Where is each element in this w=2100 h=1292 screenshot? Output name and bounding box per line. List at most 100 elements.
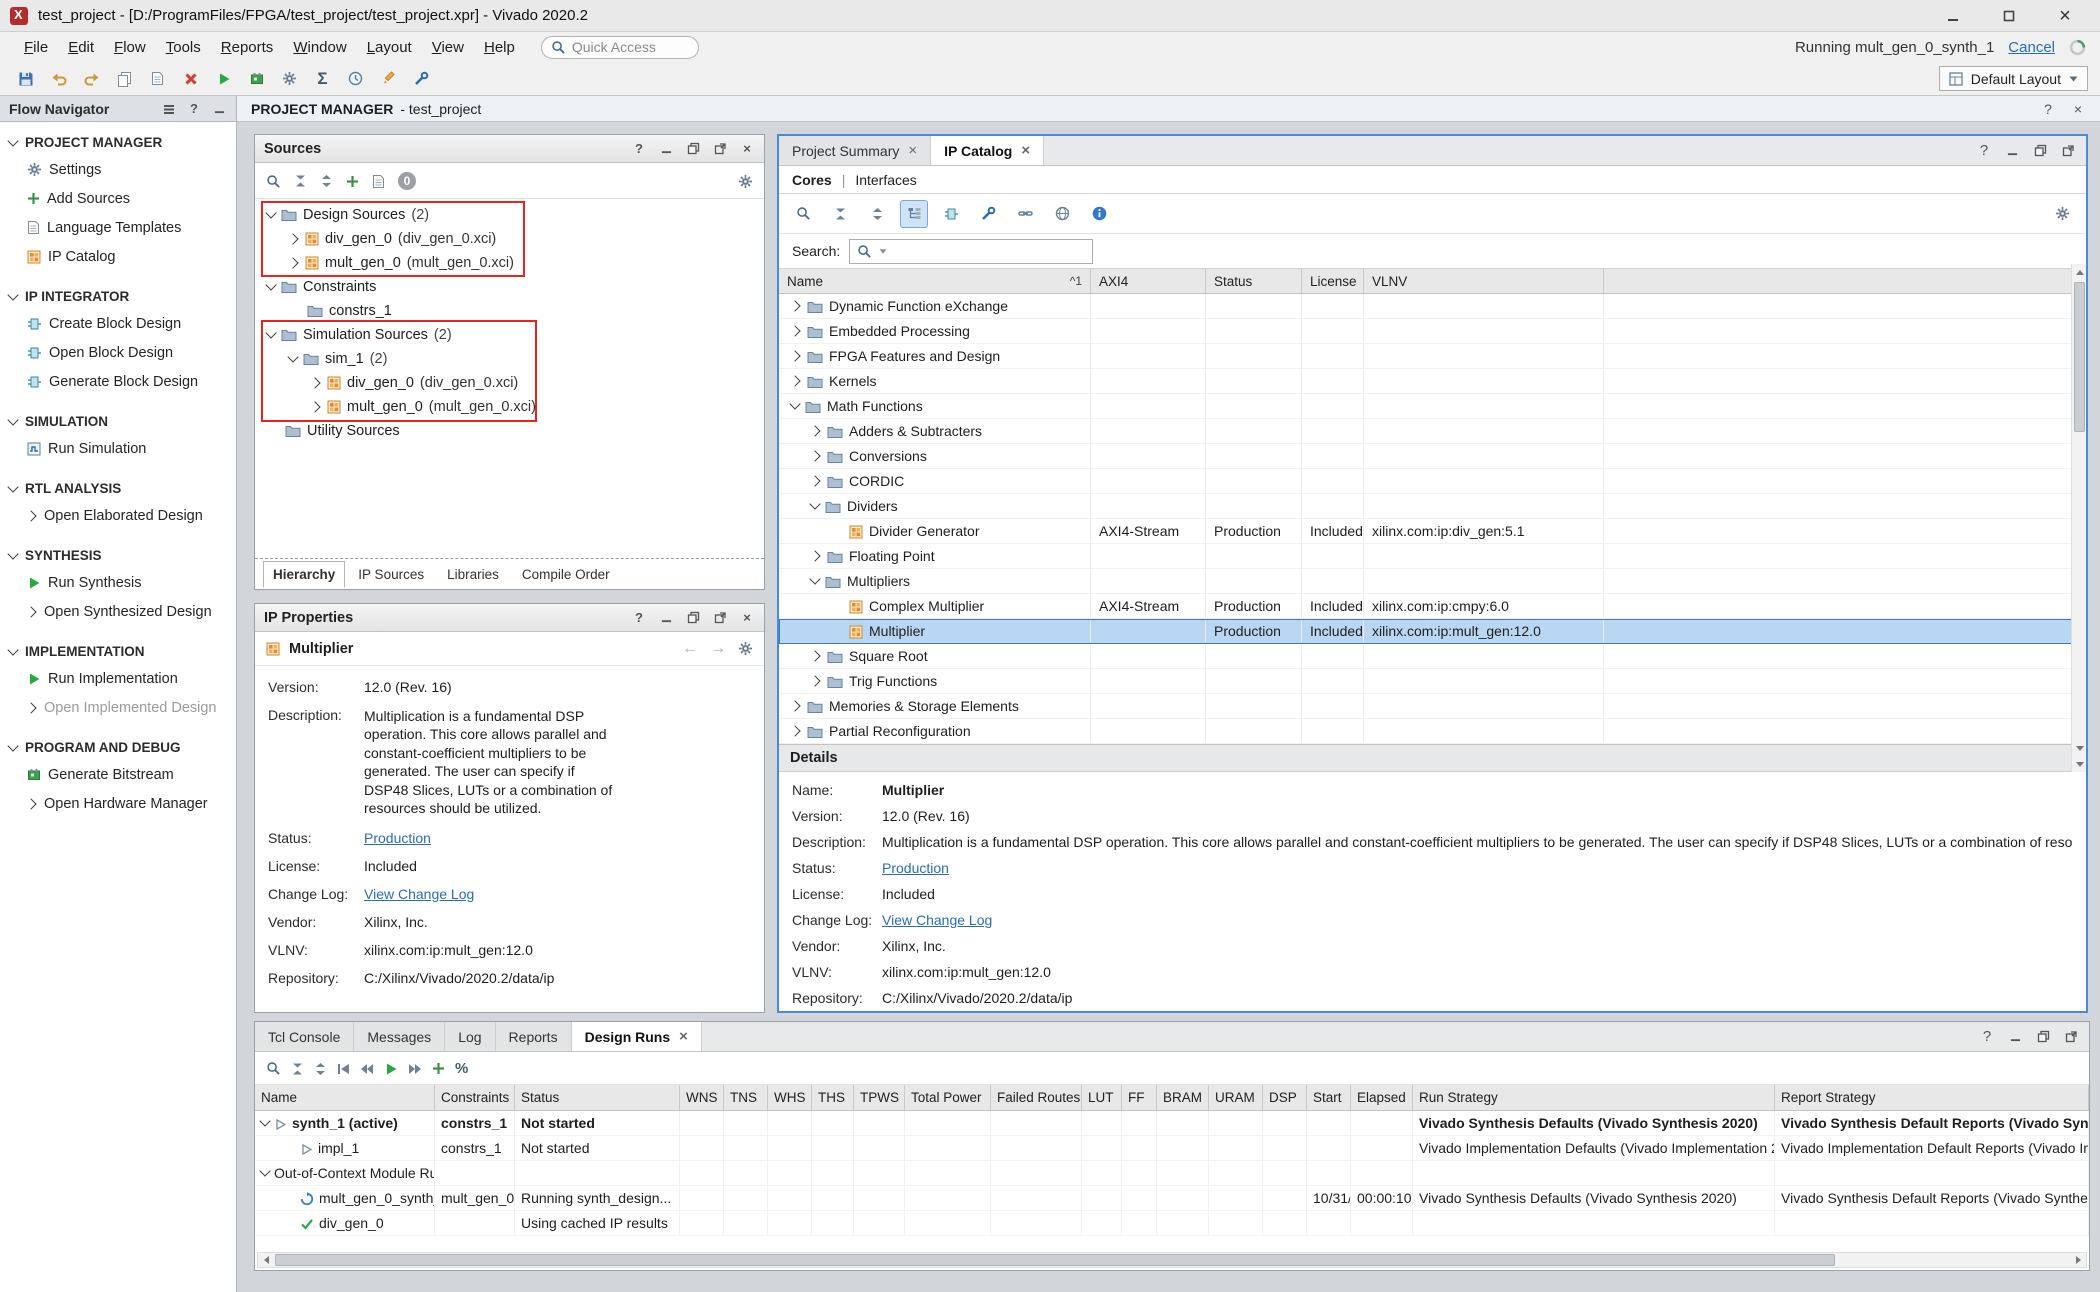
scroll-left-icon[interactable]: [258, 1253, 274, 1267]
flownav-item[interactable]: Open Synthesized Design: [0, 597, 236, 626]
float-panel-icon[interactable]: [2035, 1029, 2051, 1045]
ip-catalog-row[interactable]: Memories & Storage Elements: [779, 694, 2086, 719]
ip-catalog-row[interactable]: Math Functions: [779, 394, 2086, 419]
ip-catalog-row[interactable]: Dynamic Function eXchange: [779, 294, 2086, 319]
language-icon[interactable]: [1048, 200, 1076, 228]
ip-catalog-row[interactable]: Dividers: [779, 494, 2086, 519]
column-header-elapsed[interactable]: Elapsed: [1351, 1085, 1413, 1110]
redo-icon[interactable]: [78, 65, 105, 92]
chevron-right-icon[interactable]: [809, 425, 820, 436]
design-run-row[interactable]: div_gen_0Using cached IP results: [255, 1211, 2089, 1236]
tab-ip-catalog[interactable]: IP Catalog×: [931, 136, 1044, 165]
sources-tree-item[interactable]: mult_gen_0 (mult_gen_0.xci): [255, 251, 764, 275]
properties-settings-gear-icon[interactable]: [738, 641, 753, 657]
sources-tree-item[interactable]: Design Sources (2): [255, 203, 764, 227]
ip-catalog-row[interactable]: MultiplierProductionIncludedxilinx.com:i…: [779, 619, 2086, 644]
scrollbar-thumb[interactable]: [2074, 282, 2085, 432]
settings-gear-icon[interactable]: [276, 65, 303, 92]
program-device-icon[interactable]: [243, 65, 270, 92]
chevron-right-icon[interactable]: [789, 375, 800, 386]
chevron-down-icon[interactable]: [265, 207, 276, 218]
help-icon[interactable]: ?: [1979, 1029, 1995, 1045]
play-icon[interactable]: [384, 1060, 398, 1077]
skip-to-start-icon[interactable]: [337, 1060, 350, 1077]
column-header-vlnv[interactable]: VLNV: [1364, 269, 1604, 293]
forward-arrow-icon[interactable]: →: [710, 640, 726, 658]
menu-edit[interactable]: Edit: [58, 35, 104, 60]
search-icon[interactable]: [789, 200, 817, 228]
maximize-panel-icon[interactable]: [2063, 1029, 2079, 1045]
sources-tree-item[interactable]: Utility Sources: [255, 419, 764, 443]
tab-reports[interactable]: Reports: [496, 1022, 572, 1051]
flownav-section-header[interactable]: RTL ANALYSIS: [0, 476, 236, 501]
column-header-license[interactable]: License: [1302, 269, 1364, 293]
design-run-row[interactable]: mult_gen_0_synth_1mult_gen_0Running synt…: [255, 1186, 2089, 1211]
property-value[interactable]: View Change Log: [364, 886, 474, 902]
flownav-section-header[interactable]: IP INTEGRATOR: [0, 284, 236, 309]
sources-tree-item[interactable]: Constraints: [255, 275, 764, 299]
column-header-lut[interactable]: LUT: [1082, 1085, 1122, 1110]
scroll-down-page-icon[interactable]: [2072, 756, 2087, 772]
quick-access-search[interactable]: Quick Access: [541, 36, 699, 59]
subtab-interfaces[interactable]: Interfaces: [855, 172, 916, 188]
tab-tcl-console[interactable]: Tcl Console: [255, 1022, 354, 1051]
settings-gear-icon[interactable]: [738, 172, 753, 189]
sources-tree-item[interactable]: constrs_1: [255, 299, 764, 323]
minimize-button[interactable]: [1942, 5, 1964, 27]
ip-catalog-row[interactable]: Divider GeneratorAXI4-StreamProductionIn…: [779, 519, 2086, 544]
design-runs-horizontal-scrollbar[interactable]: [257, 1252, 2087, 1268]
column-header-wns[interactable]: WNS: [680, 1085, 724, 1110]
chevron-down-icon[interactable]: [265, 327, 276, 338]
dock-icon[interactable]: [161, 101, 177, 117]
close-panel-icon[interactable]: ×: [739, 610, 755, 626]
ip-catalog-row[interactable]: Conversions: [779, 444, 2086, 469]
float-panel-icon[interactable]: [685, 141, 701, 157]
chevron-right-icon[interactable]: [809, 675, 820, 686]
close-tab-icon[interactable]: ×: [1021, 142, 1030, 159]
flownav-item[interactable]: Run Synthesis: [0, 568, 236, 597]
flownav-section-header[interactable]: SYNTHESIS: [0, 543, 236, 568]
menu-window[interactable]: Window: [283, 35, 356, 60]
info-icon[interactable]: [1085, 200, 1113, 228]
chevron-down-icon[interactable]: [259, 1115, 270, 1126]
flownav-section-header[interactable]: PROGRAM AND DEBUG: [0, 735, 236, 760]
ip-catalog-row[interactable]: Trig Functions: [779, 669, 2086, 694]
chevron-right-icon[interactable]: [287, 233, 298, 244]
help-icon[interactable]: ?: [631, 610, 647, 626]
chevron-down-icon[interactable]: [287, 351, 298, 362]
flownav-item[interactable]: Add Sources: [0, 184, 236, 213]
chevron-right-icon[interactable]: [789, 700, 800, 711]
search-icon[interactable]: [266, 1060, 281, 1077]
column-header-status[interactable]: Status: [1206, 269, 1302, 293]
minimize-panel-icon[interactable]: [2004, 143, 2020, 159]
column-header-tns[interactable]: TNS: [724, 1085, 768, 1110]
tab-messages[interactable]: Messages: [354, 1022, 445, 1051]
menu-view[interactable]: View: [422, 35, 474, 60]
property-value[interactable]: View Change Log: [882, 912, 992, 931]
close-panel-icon[interactable]: ×: [739, 141, 755, 157]
close-button[interactable]: ×: [2054, 5, 2076, 27]
tab-log[interactable]: Log: [445, 1022, 495, 1051]
flownav-item[interactable]: Generate Block Design: [0, 367, 236, 396]
flownav-section-header[interactable]: PROJECT MANAGER: [0, 130, 236, 155]
flownav-item[interactable]: Generate Bitstream: [0, 760, 236, 789]
customize-icon[interactable]: [974, 200, 1002, 228]
chevron-right-icon[interactable]: [789, 300, 800, 311]
column-header-bram[interactable]: BRAM: [1157, 1085, 1209, 1110]
sources-tab-hierarchy[interactable]: Hierarchy: [263, 561, 345, 588]
expand-all-icon[interactable]: [314, 1060, 327, 1077]
column-header-uram[interactable]: URAM: [1209, 1085, 1263, 1110]
flownav-item[interactable]: Open Elaborated Design: [0, 501, 236, 530]
sources-tab-compile-order[interactable]: Compile Order: [512, 561, 620, 588]
ip-catalog-row[interactable]: Adders & Subtracters: [779, 419, 2086, 444]
save-icon[interactable]: [12, 65, 39, 92]
column-header-failed-routes[interactable]: Failed Routes: [991, 1085, 1082, 1110]
chevron-down-icon[interactable]: [789, 398, 800, 409]
chevron-right-icon[interactable]: [809, 450, 820, 461]
maximize-panel-icon[interactable]: [2060, 143, 2076, 159]
step-back-icon[interactable]: [360, 1060, 374, 1077]
cancel-run-link[interactable]: Cancel: [2008, 39, 2055, 56]
help-icon[interactable]: ?: [186, 101, 202, 117]
ip-catalog-row[interactable]: FPGA Features and Design: [779, 344, 2086, 369]
column-header-ff[interactable]: FF: [1122, 1085, 1157, 1110]
